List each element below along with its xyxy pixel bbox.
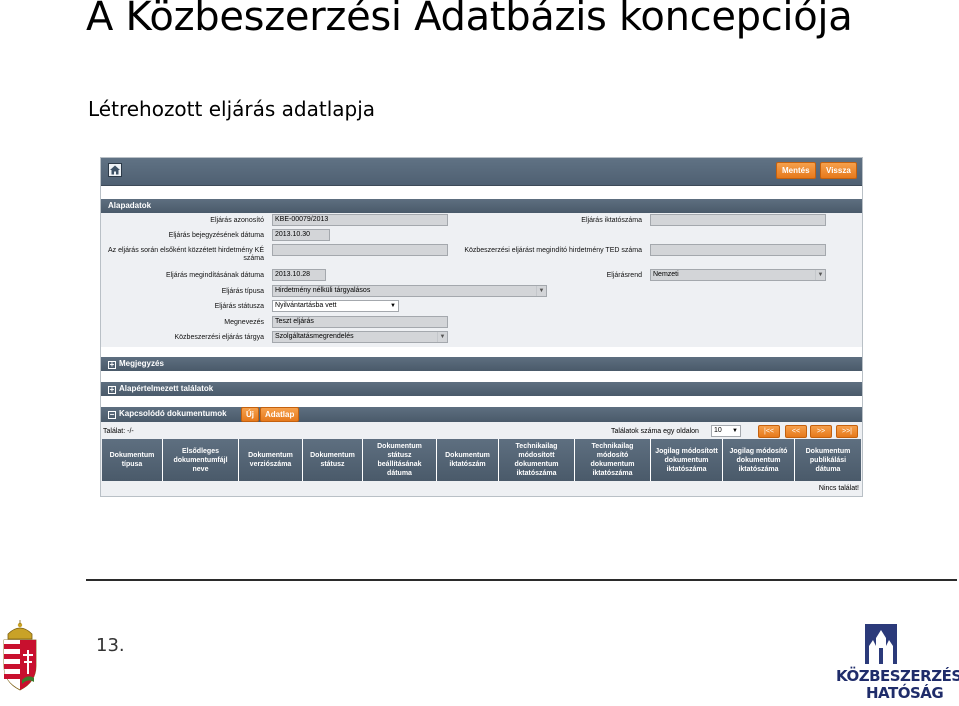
no-results-text: Nincs találat!	[818, 485, 859, 492]
subject-select-value: Szolgáltatásmegrendelés	[275, 333, 354, 340]
status-select[interactable]: Nyilvántartásba vett ▼	[272, 300, 399, 312]
datasheet-button[interactable]: Adatlap	[260, 407, 300, 422]
section-notes-header[interactable]: + Megjegyzés	[101, 357, 862, 371]
subject-select[interactable]: Szolgáltatásmegrendelés ▼	[272, 331, 448, 343]
start-date-label: Eljárás megindításának dátuma	[165, 272, 264, 279]
per-page-value: 10	[714, 427, 722, 434]
back-button[interactable]: Vissza	[820, 162, 857, 179]
id-field[interactable]: KBE-00079/2013	[272, 214, 448, 226]
section-basic-header: Alapadatok	[101, 199, 862, 213]
regime-select-value: Nemzeti	[653, 271, 679, 278]
slide-title: A Közbeszerzési Adatbázis koncepciója	[86, 0, 853, 40]
authority-logo-text: KÖZBESZERZÉSI HATÓSÁG	[836, 667, 959, 702]
column-header[interactable]: Dokumentum verziószáma	[239, 439, 303, 481]
entry-date-field[interactable]: 2013.10.30	[272, 229, 330, 241]
section-related-docs-header[interactable]: − Kapcsolódó dokumentumok	[101, 407, 862, 422]
section-notes-label: Megjegyzés	[119, 359, 164, 368]
column-header[interactable]: Technikailag módosító dokumentum iktatós…	[575, 439, 651, 481]
filing-label: Eljárás iktatószáma	[581, 217, 642, 224]
page-number: 13.	[96, 635, 125, 656]
regime-select[interactable]: Nemzeti ▼	[650, 269, 826, 281]
entry-date-label: Eljárás bejegyzésének dátuma	[168, 232, 264, 239]
column-header[interactable]: Jogilag módosított dokumentum iktatószám…	[651, 439, 723, 481]
save-button[interactable]: Mentés	[776, 162, 816, 179]
logo-line-2: HATÓSÁG	[866, 684, 944, 702]
new-document-button[interactable]: Új	[241, 407, 259, 422]
column-header[interactable]: Dokumentum státusz	[303, 439, 363, 481]
type-label: Eljárás típusa	[221, 288, 264, 295]
documents-table-header: Dokumentum típusa Elsődleges dokumentumf…	[102, 439, 861, 481]
column-header[interactable]: Dokumentum publikálási dátuma	[795, 439, 861, 481]
chevron-down-icon: ▼	[390, 303, 396, 309]
per-page-select[interactable]: 10 ▼	[711, 425, 741, 437]
status-label: Eljárás státusza	[214, 303, 264, 310]
section-related-docs-label: Kapcsolódó dokumentumok	[119, 409, 227, 418]
column-header[interactable]: Elsődleges dokumentumfájl neve	[163, 439, 239, 481]
column-header[interactable]: Dokumentum státusz beállításának dátuma	[363, 439, 437, 481]
footer-divider	[86, 579, 957, 581]
type-select-value: Hirdetmény nélküli tárgyalásos	[275, 287, 371, 294]
result-count: Találat: -/-	[103, 428, 134, 435]
section-default-results-label: Alapértelmezett találatok	[119, 384, 214, 393]
id-label: Eljárás azonosító	[210, 217, 264, 224]
column-header[interactable]: Technikailag módosított dokumentum iktat…	[499, 439, 575, 481]
name-label: Megnevezés	[224, 319, 264, 326]
regime-label: Eljárásrend	[606, 272, 642, 279]
documents-grid: Találat: -/- Találatok száma egy oldalon…	[101, 422, 862, 496]
app-window: Mentés Vissza Alapadatok Eljárás azonosí…	[100, 157, 863, 497]
toolbar: Mentés Vissza	[101, 158, 862, 186]
type-select[interactable]: Hirdetmény nélküli tárgyalásos ▼	[272, 285, 547, 297]
ke-notice-label: Az eljárás során elsőként közzétett hird…	[107, 247, 264, 262]
ted-label: Közbeszerzési eljárást megindító hirdetm…	[464, 247, 642, 254]
slide-subtitle: Létrehozott eljárás adatlapja	[88, 97, 376, 121]
logo-line-1: KÖZBESZERZÉSI	[836, 667, 959, 685]
name-field[interactable]: Teszt eljárás	[272, 316, 448, 328]
authority-logo-icon	[865, 624, 897, 669]
column-header[interactable]: Dokumentum iktatószám	[437, 439, 499, 481]
column-header[interactable]: Dokumentum típusa	[102, 439, 163, 481]
ted-field[interactable]	[650, 244, 826, 256]
chevron-down-icon: ▼	[536, 286, 546, 296]
expand-icon: +	[108, 360, 116, 369]
start-date-field[interactable]: 2013.10.28	[272, 269, 326, 281]
expand-icon: +	[108, 385, 116, 394]
section-default-results-header[interactable]: + Alapértelmezett találatok	[101, 382, 862, 396]
first-page-button[interactable]: |<<	[758, 425, 780, 438]
subject-label: Közbeszerzési eljárás tárgya	[174, 334, 265, 341]
status-select-value: Nyilvántartásba vett	[275, 302, 337, 309]
column-header[interactable]: Jogilag módosító dokumentum iktatószáma	[723, 439, 795, 481]
hungarian-coat-of-arms-icon	[0, 620, 40, 697]
next-page-button[interactable]: >>	[810, 425, 832, 438]
ke-notice-field[interactable]	[272, 244, 448, 256]
collapse-icon: −	[108, 410, 116, 419]
prev-page-button[interactable]: <<	[785, 425, 807, 438]
per-page-label: Találatok száma egy oldalon	[611, 428, 699, 435]
chevron-down-icon: ▼	[437, 332, 447, 342]
chevron-down-icon: ▼	[815, 270, 825, 280]
basic-data-panel: Eljárás azonosító KBE-00079/2013 Eljárás…	[101, 213, 862, 347]
chevron-down-icon: ▼	[732, 428, 738, 434]
filing-field[interactable]	[650, 214, 826, 226]
home-icon[interactable]	[108, 163, 122, 177]
last-page-button[interactable]: >>|	[836, 425, 858, 438]
